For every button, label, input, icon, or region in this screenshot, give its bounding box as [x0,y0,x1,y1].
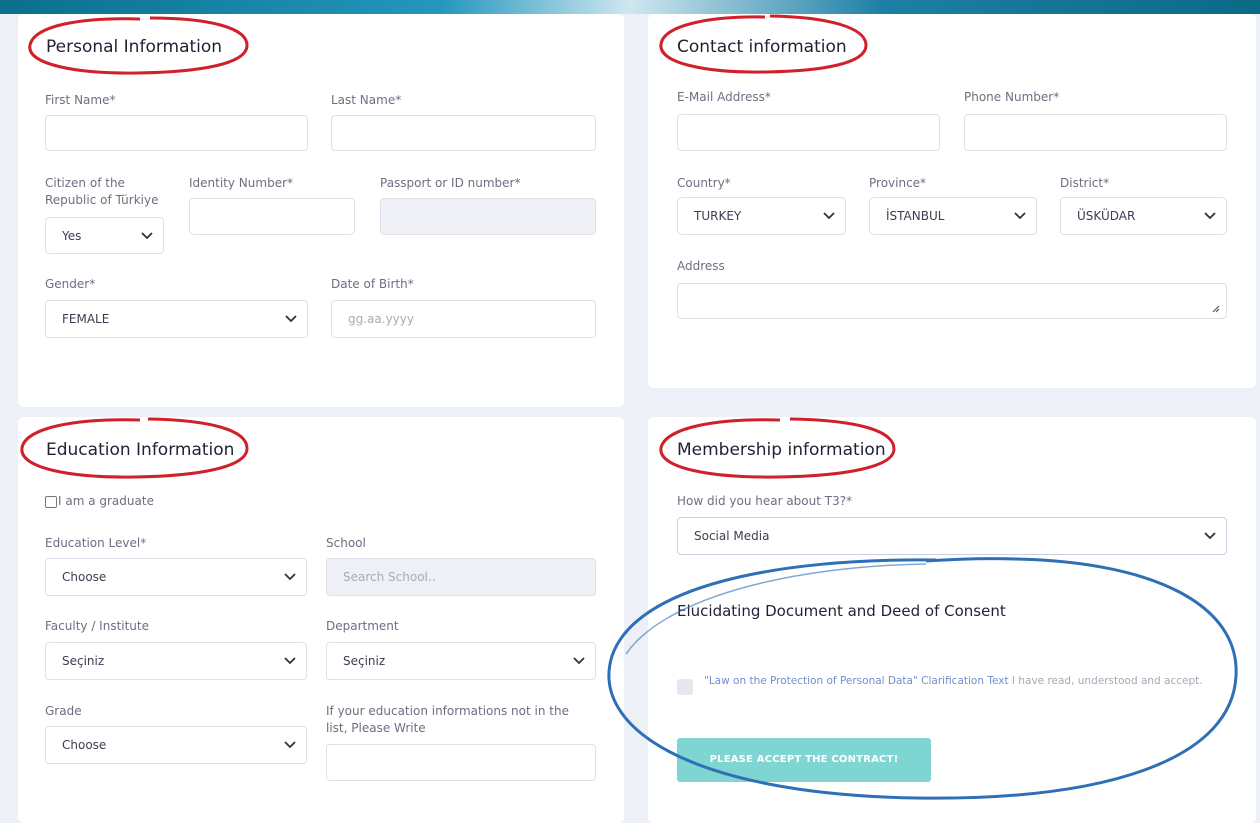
chevron-down-icon [284,741,296,749]
chevron-down-icon [284,657,296,665]
first-name-input[interactable] [45,115,308,151]
top-banner [0,0,1260,14]
education-level-select[interactable]: Choose [45,558,307,596]
address-label: Address [677,259,725,273]
personal-info-title: Personal Information [46,37,223,57]
grade-label: Grade [45,704,82,718]
consent-title: Elucidating Document and Deed of Consent [677,602,1006,620]
school-placeholder: Search School.. [343,570,436,584]
faculty-label: Faculty / Institute [45,619,150,633]
phone-input[interactable] [964,114,1227,151]
first-name-label: First Name* [45,93,116,107]
district-select[interactable]: ÜSKÜDAR [1060,197,1227,235]
clarification-text-link[interactable]: "Law on the Protection of Personal Data"… [704,675,1009,687]
graduate-label: I am a graduate [58,494,154,508]
email-input[interactable] [677,114,940,151]
graduate-checkbox[interactable] [45,496,57,508]
education-info-title: Education Information [46,440,235,460]
school-input[interactable]: Search School.. [326,558,596,596]
grade-value: Choose [62,738,107,752]
chevron-down-icon [573,657,585,665]
province-select[interactable]: İSTANBUL [869,197,1037,235]
hear-about-label: How did you hear about T3?* [677,494,853,508]
faculty-value: Seçiniz [62,654,105,668]
chevron-down-icon [1204,532,1216,540]
passport-input[interactable] [380,198,596,235]
chevron-down-icon [284,573,296,581]
consent-statement: I have read, understood and accept. [1008,675,1203,687]
country-select[interactable]: TURKEY [677,197,846,235]
last-name-label: Last Name* [331,93,402,107]
membership-info-title: Membership information [677,440,886,460]
chevron-down-icon [823,212,835,220]
chevron-down-icon [1014,212,1026,220]
resize-grip-icon[interactable] [1211,304,1220,313]
citizen-label: Citizen of the Republic of Türkiye [45,176,159,207]
gender-value: FEMALE [62,312,110,326]
phone-label: Phone Number* [964,90,1060,104]
contact-info-title: Contact information [677,37,847,57]
gender-label: Gender* [45,277,96,291]
country-label: Country* [677,176,731,190]
faculty-select[interactable]: Seçiniz [45,642,307,680]
other-education-label: If your education informations not in th… [326,704,569,735]
accept-contract-button[interactable]: PLEASE ACCEPT THE CONTRACT! [677,738,931,782]
chevron-down-icon [1204,212,1216,220]
province-label: Province* [869,176,927,190]
dob-placeholder: gg.aa.yyyy [348,312,414,326]
hear-about-select[interactable]: Social Media [677,517,1227,555]
identity-label: Identity Number* [189,176,294,190]
education-level-value: Choose [62,570,107,584]
country-value: TURKEY [694,209,742,223]
province-value: İSTANBUL [886,209,945,223]
school-label: School [326,536,366,550]
identity-input[interactable] [189,198,355,235]
education-level-label: Education Level* [45,536,147,550]
department-value: Seçiniz [343,654,386,668]
other-education-input[interactable] [326,744,596,781]
citizen-select[interactable]: Yes [45,217,164,254]
consent-text: "Law on the Protection of Personal Data"… [704,673,1216,689]
chevron-down-icon [285,315,297,323]
district-label: District* [1060,176,1110,190]
last-name-input[interactable] [331,115,596,151]
dob-label: Date of Birth* [331,277,414,291]
department-label: Department [326,619,399,633]
hear-about-value: Social Media [694,529,770,543]
email-label: E-Mail Address* [677,90,771,104]
passport-label: Passport or ID number* [380,176,521,190]
address-textarea[interactable] [677,283,1227,319]
citizen-value: Yes [62,228,82,243]
department-select[interactable]: Seçiniz [326,642,596,680]
chevron-down-icon [141,231,153,239]
grade-select[interactable]: Choose [45,726,307,764]
consent-checkbox[interactable] [677,679,693,695]
dob-input[interactable]: gg.aa.yyyy [331,300,596,338]
gender-select[interactable]: FEMALE [45,300,308,338]
district-value: ÜSKÜDAR [1077,209,1136,223]
